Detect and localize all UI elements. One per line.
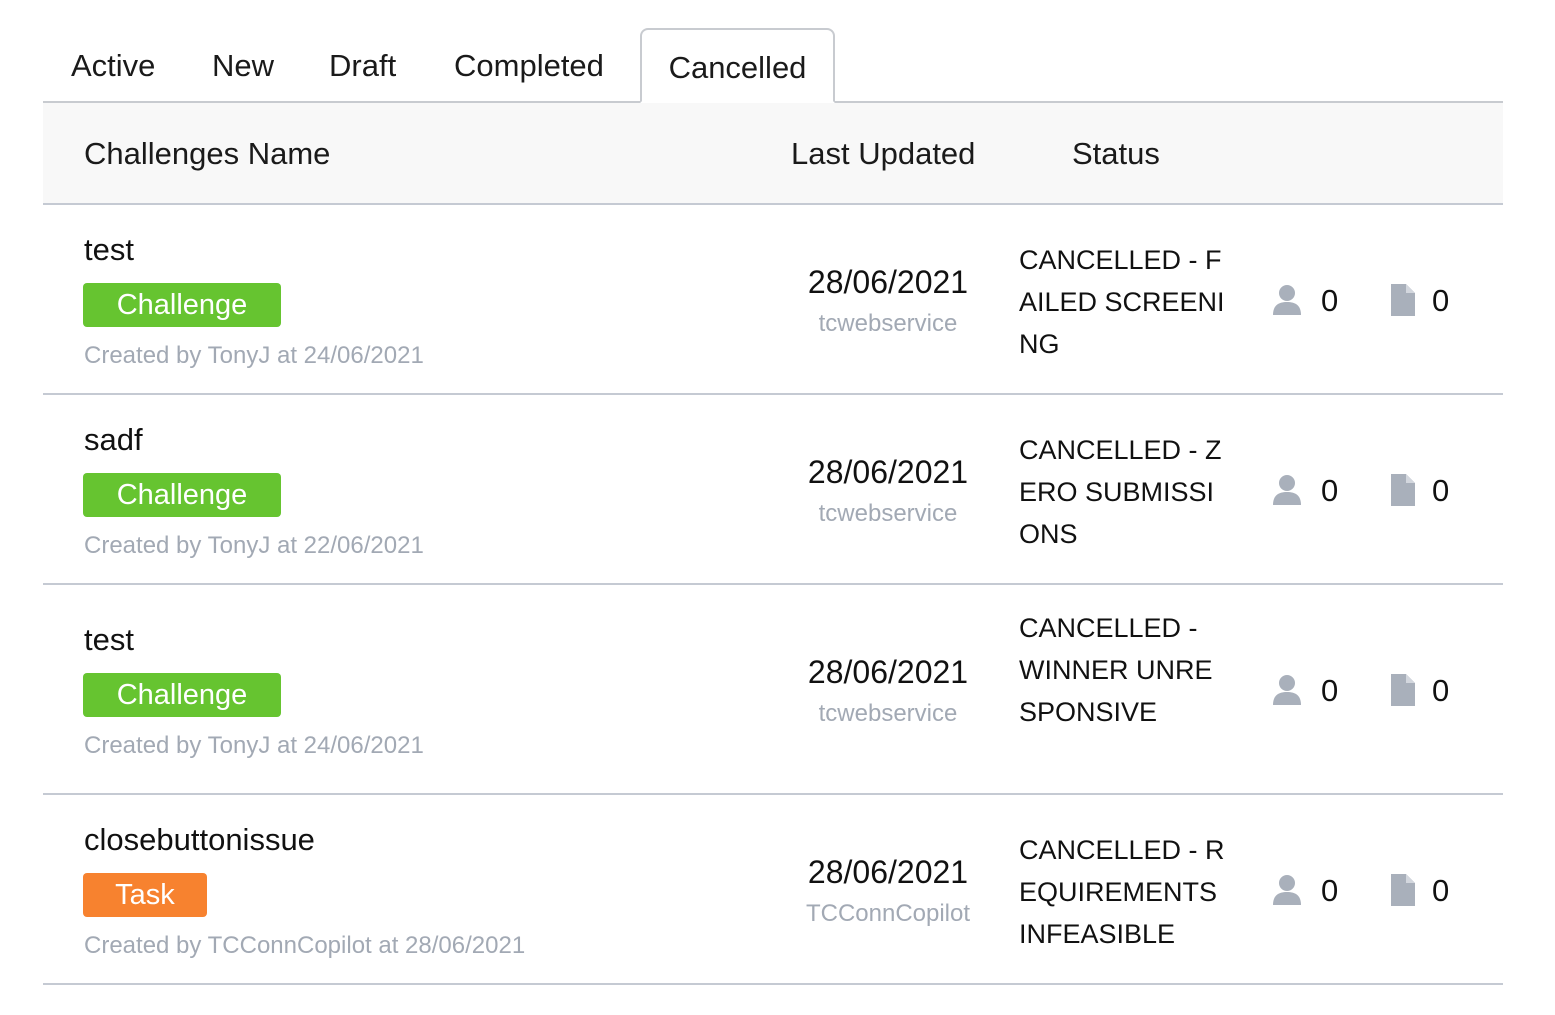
challenge-name[interactable]: test xyxy=(84,622,134,658)
last-updated-by: tcwebservice xyxy=(818,310,958,337)
table-row[interactable]: test Challenge Created by TonyJ at 24/06… xyxy=(43,205,1503,395)
column-header-last-updated[interactable]: Last Updated xyxy=(791,103,975,205)
table-row[interactable]: closebuttonissue Task Created by TCConnC… xyxy=(43,795,1503,985)
table-row[interactable]: test Challenge Created by TonyJ at 24/06… xyxy=(43,585,1503,795)
column-header-status[interactable]: Status xyxy=(1072,103,1160,205)
user-icon xyxy=(1273,475,1301,505)
last-updated-date: 28/06/2021 xyxy=(807,454,969,490)
last-updated-date: 28/06/2021 xyxy=(807,654,969,690)
last-updated-date: 28/06/2021 xyxy=(807,854,969,890)
document-icon xyxy=(1391,874,1415,906)
tab-completed[interactable]: Completed xyxy=(454,28,604,101)
last-updated-date: 28/06/2021 xyxy=(807,264,969,300)
status-text: CANCELLED - FAILED SCREENING xyxy=(1019,245,1225,359)
registrants-count: 0 xyxy=(1321,473,1339,508)
table-header: Challenges Name Last Updated Status xyxy=(43,103,1503,205)
column-header-name[interactable]: Challenges Name xyxy=(84,103,330,205)
challenge-name[interactable]: test xyxy=(84,232,134,268)
tab-active[interactable]: Active xyxy=(71,28,155,101)
user-icon xyxy=(1273,875,1301,905)
submissions-count: 0 xyxy=(1432,473,1450,508)
type-badge: Task xyxy=(83,873,207,917)
submissions-count: 0 xyxy=(1432,283,1450,318)
status-text: CANCELLED - WINNER UNRESPONSIVE xyxy=(1019,613,1213,727)
status-tabs: Active New Draft Completed Cancelled xyxy=(43,28,1503,103)
last-updated-by: tcwebservice xyxy=(818,500,958,527)
table-row[interactable]: sadf Challenge Created by TonyJ at 22/06… xyxy=(43,395,1503,585)
type-badge: Challenge xyxy=(83,473,281,517)
created-info: Created by TonyJ at 24/06/2021 xyxy=(84,342,424,369)
created-info: Created by TonyJ at 24/06/2021 xyxy=(84,732,424,759)
last-updated-by: TCConnCopilot xyxy=(805,900,971,927)
tab-draft[interactable]: Draft xyxy=(329,28,396,101)
challenge-name[interactable]: closebuttonissue xyxy=(84,822,315,858)
status-text: CANCELLED - ZERO SUBMISSIONS xyxy=(1019,435,1222,549)
created-info: Created by TonyJ at 22/06/2021 xyxy=(84,532,424,559)
status-text: CANCELLED - REQUIREMENTS INFEASIBLE xyxy=(1019,835,1225,949)
document-icon xyxy=(1391,284,1415,316)
tab-cancelled[interactable]: Cancelled xyxy=(640,28,835,103)
tab-new[interactable]: New xyxy=(212,28,274,101)
type-badge: Challenge xyxy=(83,283,281,327)
registrants-count: 0 xyxy=(1321,873,1339,908)
registrants-count: 0 xyxy=(1321,673,1339,708)
type-badge: Challenge xyxy=(83,673,281,717)
document-icon xyxy=(1391,474,1415,506)
user-icon xyxy=(1273,675,1301,705)
submissions-count: 0 xyxy=(1432,873,1450,908)
last-updated-by: tcwebservice xyxy=(818,700,958,727)
challenge-name[interactable]: sadf xyxy=(84,422,143,458)
user-icon xyxy=(1273,285,1301,315)
created-info: Created by TCConnCopilot at 28/06/2021 xyxy=(84,932,526,959)
registrants-count: 0 xyxy=(1321,283,1339,318)
submissions-count: 0 xyxy=(1432,673,1450,708)
challenges-panel: Active New Draft Completed Cancelled Cha… xyxy=(43,28,1503,985)
document-icon xyxy=(1391,674,1415,706)
